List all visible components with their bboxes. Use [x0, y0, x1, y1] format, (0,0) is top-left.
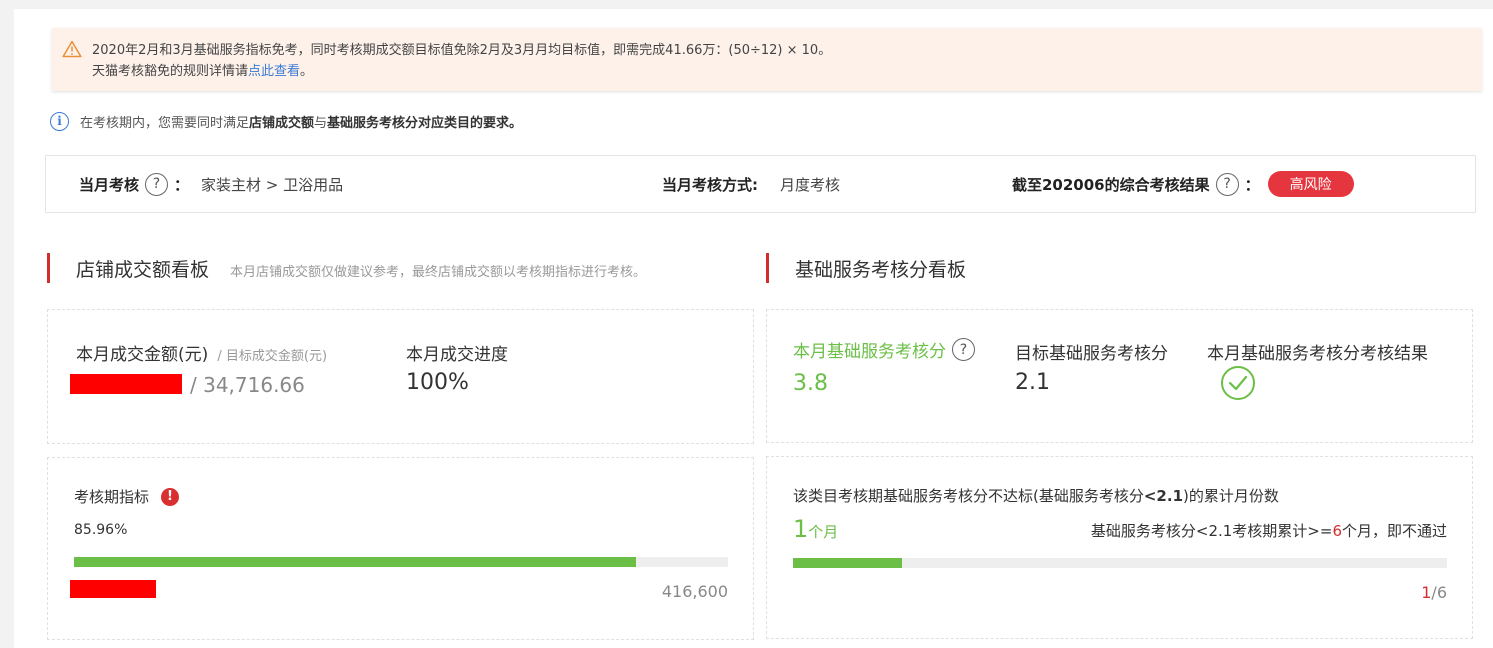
fail-rule: 基础服务考核分<2.1考核期累计>=6个月，即不通过	[1091, 520, 1447, 541]
rule-details-link[interactable]: 点此查看	[248, 64, 300, 79]
fail-rule-suffix: 个月，即不通过	[1341, 522, 1447, 540]
score-label-row: 本月基础服务考核分 ?	[793, 337, 981, 362]
target-score-value: 2.1	[1015, 370, 1050, 395]
sales-card: 本月成交金额(元) / 目标成交金额(元) / 34,716.66 本月成交进度…	[47, 309, 754, 444]
assessment-method-label: 当月考核方式:	[662, 175, 758, 194]
redacted-period-amount	[70, 580, 156, 598]
help-icon[interactable]: ?	[952, 338, 975, 361]
months-count: 1	[793, 515, 809, 543]
score-result-label: 本月基础服务考核分考核结果	[1207, 344, 1428, 364]
target-amount-value: / 34,716.66	[190, 373, 305, 397]
target-score-label: 目标基础服务考核分	[1015, 344, 1168, 364]
progress-value: 100%	[406, 370, 469, 395]
risk-badge: 高风险	[1267, 171, 1354, 197]
redacted-amount	[70, 374, 182, 394]
notice-rule-prefix: 天猫考核豁免的规则详情请	[92, 64, 249, 79]
amount-label-row: 本月成交金额(元) / 目标成交金额(元)	[76, 340, 327, 365]
colon: ：	[174, 175, 190, 194]
sales-board-title: 店铺成交额看板	[76, 259, 210, 281]
current-assessment-label: 当月考核	[79, 175, 140, 194]
period-progress-track	[74, 557, 728, 567]
months-count-row: 1个月	[793, 515, 838, 543]
section-accent-bar	[766, 253, 769, 283]
period-label: 考核期指标	[74, 488, 150, 506]
cumulative-text: 该类目考核期基础服务考核分不达标(基础服务考核分	[793, 487, 1144, 505]
ratio-total: /6	[1431, 583, 1447, 602]
cumulative-card: 该类目考核期基础服务考核分不达标(基础服务考核分<2.1)的累计月份数 1个月 …	[766, 456, 1473, 639]
cumulative-suffix: )的累计月份数	[1183, 487, 1279, 505]
score-label: 本月基础服务考核分	[793, 342, 946, 362]
period-target: 416,600	[661, 582, 728, 601]
cumulative-progress-track	[793, 558, 1447, 568]
assessment-method-value: 月度考核	[780, 175, 841, 194]
overall-result: 截至202006的综合考核结果 ? ： 高风险	[1012, 156, 1354, 212]
target-amount-label: / 目标成交金额(元)	[217, 349, 328, 364]
assessment-bar: 当月考核 ? ： 家装主材 > 卫浴用品 当月考核方式: 月度考核 截至2020…	[45, 155, 1476, 213]
cumulative-ratio: 1/6	[1421, 583, 1447, 602]
colon: ：	[1244, 175, 1260, 194]
cumulative-progress-fill	[793, 558, 903, 568]
period-label-row: 考核期指标 !	[74, 486, 180, 507]
progress-label: 本月成交进度	[406, 345, 508, 365]
sales-board-subtitle: 本月店铺成交额仅做建议参考，最终店铺成交额以考核期指标进行考核。	[230, 265, 647, 280]
notice-banner: 2020年2月和3月基础服务指标免考，同时考核期成交额目标值免除2月及3月月均目…	[52, 28, 1482, 91]
overall-result-label: 截至202006的综合考核结果	[1012, 175, 1210, 194]
notice-rule-suffix: 。	[300, 64, 314, 79]
warning-icon	[62, 40, 82, 58]
current-assessment: 当月考核 ? ： 家装主材 > 卫浴用品	[79, 156, 343, 212]
notice-rule-text: 天猫考核豁免的规则详情请点此查看。	[92, 60, 313, 79]
period-progress-fill	[74, 557, 637, 567]
help-icon[interactable]: ?	[145, 172, 169, 196]
score-value: 3.8	[793, 371, 828, 396]
cumulative-threshold: <2.1	[1143, 487, 1183, 505]
info-bold-sales: 店铺成交额	[249, 115, 315, 131]
notice-text: 2020年2月和3月基础服务指标免考，同时考核期成交额目标值免除2月及3月月均目…	[92, 43, 832, 58]
amount-label: 本月成交金额(元)	[76, 345, 209, 365]
page-container: 2020年2月和3月基础服务指标免考，同时考核期成交额目标值免除2月及3月月均目…	[14, 9, 1493, 648]
info-line: i 在考核期内，您需要同时满足 店铺成交额与基础服务考核分对应类目的要求。	[50, 110, 522, 132]
service-score-card: 本月基础服务考核分 ? 3.8 目标基础服务考核分 2.1 本月基础服务考核分考…	[766, 309, 1473, 443]
check-circle-icon	[1221, 366, 1255, 400]
section-accent-bar	[47, 253, 50, 283]
assessment-method: 当月考核方式: 月度考核	[662, 156, 840, 212]
info-bold-service: 基础服务考核分对应类目的要求。	[327, 115, 523, 131]
alert-icon[interactable]: !	[161, 487, 180, 506]
info-prefix: 在考核期内，您需要同时满足	[80, 115, 250, 131]
info-mid: 与	[314, 115, 328, 131]
assessment-category: 家装主材 > 卫浴用品	[201, 175, 344, 194]
period-card: 考核期指标 ! 85.96% 416,600	[47, 457, 754, 640]
ratio-current: 1	[1421, 583, 1432, 602]
fail-rule-number: 6	[1332, 522, 1342, 540]
period-percent: 85.96%	[74, 522, 128, 538]
target-amount: / 34,716.66	[190, 373, 305, 397]
fail-rule-prefix: 基础服务考核分<2.1考核期累计>=	[1090, 522, 1333, 540]
help-icon[interactable]: ?	[1215, 172, 1239, 196]
info-icon: i	[50, 111, 69, 131]
service-board-title: 基础服务考核分看板	[795, 259, 967, 281]
months-unit: 个月	[808, 523, 839, 541]
cumulative-label: 该类目考核期基础服务考核分不达标(基础服务考核分<2.1)的累计月份数	[793, 485, 1279, 506]
